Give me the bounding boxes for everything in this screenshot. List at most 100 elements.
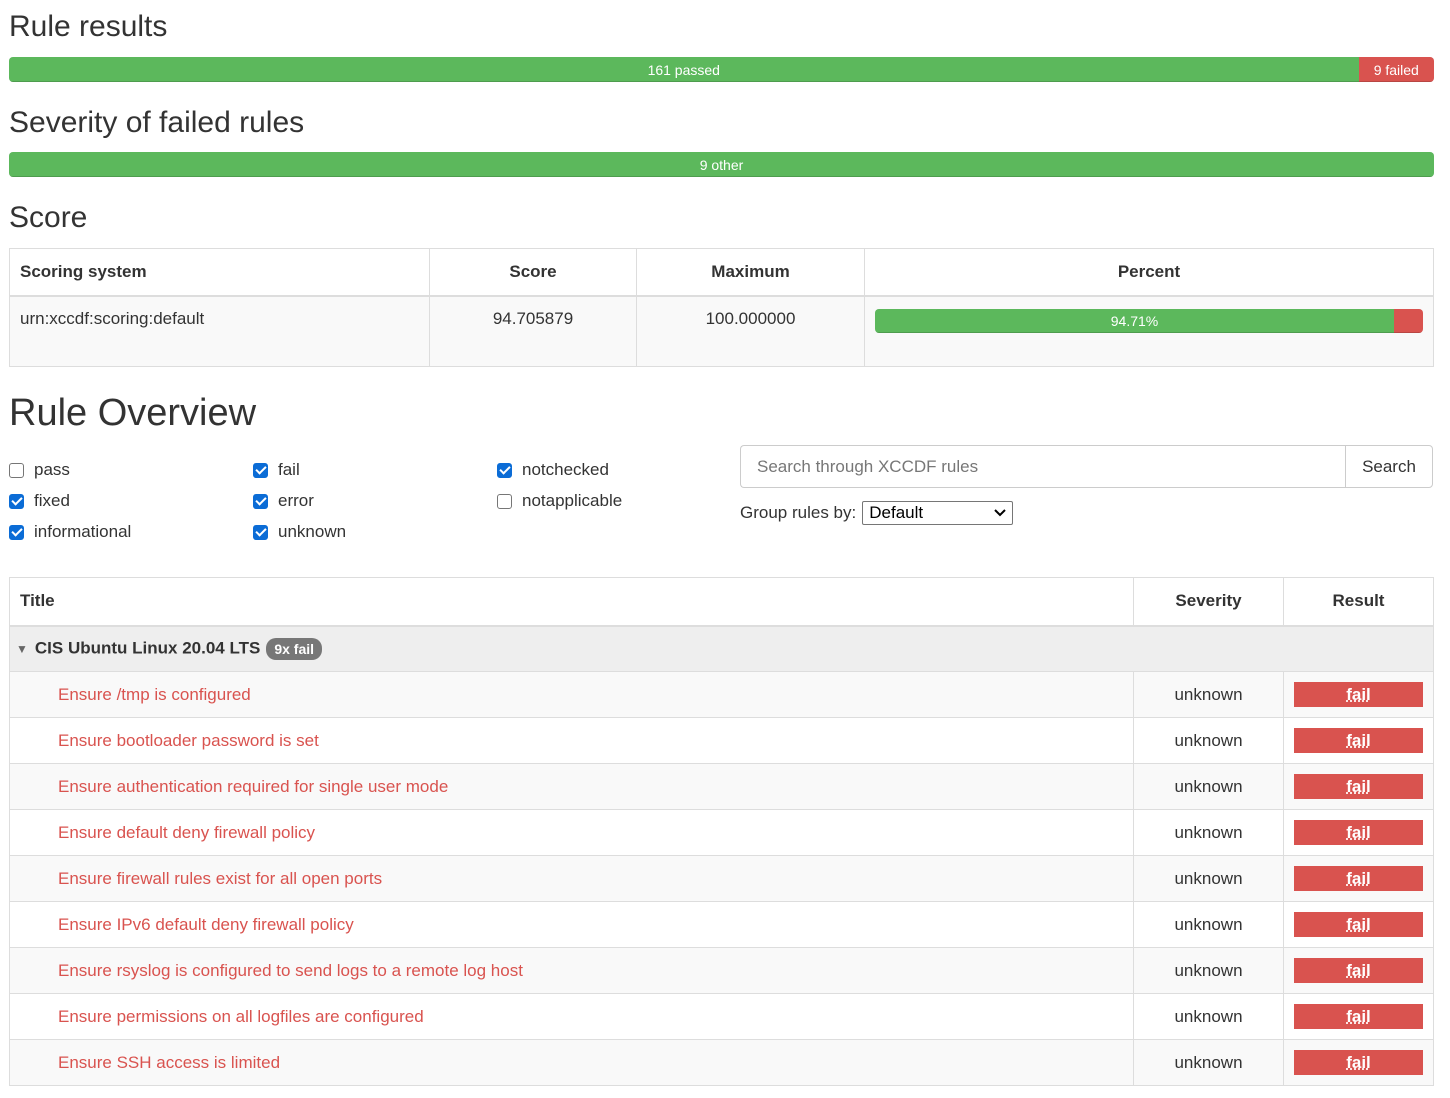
table-row[interactable]: Ensure authentication required for singl… <box>9 763 1434 810</box>
rule-severity: unknown <box>1133 1039 1284 1086</box>
passed-bar: 161 passed <box>9 57 1359 82</box>
result-fail-label[interactable]: fail <box>1294 1050 1423 1075</box>
rule-title-link[interactable]: Ensure rsyslog is configured to send log… <box>9 947 1134 994</box>
rule-title-link[interactable]: Ensure default deny firewall policy <box>9 809 1134 856</box>
col-severity: Severity <box>1133 577 1284 627</box>
severity-progress: 9 other <box>9 152 1434 177</box>
rule-result-cell: fail <box>1283 993 1434 1040</box>
checkbox-fixed[interactable] <box>9 493 24 509</box>
rule-group-row[interactable]: ▼ CIS Ubuntu Linux 20.04 LTS 9x fail <box>9 625 1434 672</box>
col-maximum: Maximum <box>636 248 865 297</box>
passed-label: 161 passed <box>647 61 720 78</box>
rule-severity: unknown <box>1133 763 1284 810</box>
group-by-label: Group rules by: <box>740 503 857 522</box>
severity-heading: Severity of failed rules <box>9 106 305 139</box>
filter-informational[interactable]: informational <box>9 522 131 542</box>
other-label: 9 other <box>699 156 744 173</box>
checkbox-informational[interactable] <box>9 524 24 540</box>
filter-label: notapplicable <box>522 491 623 510</box>
group-by-select[interactable]: Default <box>862 501 1014 525</box>
filter-fixed[interactable]: fixed <box>9 491 70 511</box>
rule-results-progress: 161 passed 9 failed <box>9 57 1434 82</box>
filter-error[interactable]: error <box>253 491 314 511</box>
table-row[interactable]: Ensure /tmp is configured unknown fail <box>9 671 1434 718</box>
score-row: urn:xccdf:scoring:default 94.705879 100.… <box>9 295 1434 367</box>
col-percent: Percent <box>864 248 1434 297</box>
percent-remainder-bar <box>1394 308 1423 333</box>
table-row[interactable]: Ensure IPv6 default deny firewall policy… <box>9 901 1434 948</box>
rule-severity: unknown <box>1133 855 1284 902</box>
filter-label: pass <box>34 460 70 479</box>
chevron-down-icon <box>994 509 1006 517</box>
rules-table: Title Severity Result ▼ CIS Ubuntu Linux … <box>9 577 1434 1086</box>
rule-title-link[interactable]: Ensure firewall rules exist for all open… <box>9 855 1134 902</box>
rule-group-cell[interactable]: ▼ CIS Ubuntu Linux 20.04 LTS 9x fail <box>9 625 1434 672</box>
result-fail-label[interactable]: fail <box>1294 958 1423 983</box>
checkbox-pass[interactable] <box>9 462 24 478</box>
fail-count-badge: 9x fail <box>266 637 323 660</box>
rule-result-cell: fail <box>1283 671 1434 718</box>
result-fail-label[interactable]: fail <box>1294 866 1423 891</box>
checkbox-unknown[interactable] <box>253 524 268 540</box>
table-row[interactable]: Ensure firewall rules exist for all open… <box>9 855 1434 902</box>
percent-bar: 94.71% <box>875 308 1394 333</box>
score-heading: Score <box>9 201 88 234</box>
rule-severity: unknown <box>1133 993 1284 1040</box>
rule-result-cell: fail <box>1283 763 1434 810</box>
result-fail-label[interactable]: fail <box>1294 774 1423 799</box>
rule-severity: unknown <box>1133 947 1284 994</box>
col-score: Score <box>429 248 637 297</box>
result-fail-label[interactable]: fail <box>1294 820 1423 845</box>
checkbox-notapplicable[interactable] <box>497 493 512 509</box>
filter-notchecked[interactable]: notchecked <box>497 460 609 480</box>
rule-result-cell: fail <box>1283 809 1434 856</box>
other-bar: 9 other <box>9 152 1434 177</box>
table-row[interactable]: Ensure permissions on all logfiles are c… <box>9 993 1434 1040</box>
search-group: Search <box>740 445 1433 488</box>
result-fail-label[interactable]: fail <box>1294 912 1423 937</box>
filter-label: fixed <box>34 491 70 510</box>
group-by-value: Default <box>869 503 924 522</box>
percent-cell: 94.71% <box>864 295 1434 367</box>
search-button[interactable]: Search <box>1345 445 1433 488</box>
rule-title-link[interactable]: Ensure /tmp is configured <box>9 671 1134 718</box>
maximum-value: 100.000000 <box>636 295 865 367</box>
table-row[interactable]: Ensure bootloader password is set unknow… <box>9 717 1434 764</box>
filter-label: notchecked <box>522 460 609 479</box>
rule-title-link[interactable]: Ensure authentication required for singl… <box>9 763 1134 810</box>
rule-severity: unknown <box>1133 901 1284 948</box>
table-row[interactable]: Ensure SSH access is limited unknown fai… <box>9 1039 1434 1086</box>
failed-label: 9 failed <box>1373 61 1419 78</box>
rule-title-link[interactable]: Ensure permissions on all logfiles are c… <box>9 993 1134 1040</box>
col-result: Result <box>1283 577 1434 627</box>
result-fail-label[interactable]: fail <box>1294 682 1423 707</box>
percent-progress: 94.71% <box>875 308 1423 333</box>
filter-notapplicable[interactable]: notapplicable <box>497 491 622 511</box>
rule-group-title: CIS Ubuntu Linux 20.04 LTS <box>34 638 261 658</box>
col-title: Title <box>9 577 1134 627</box>
checkbox-error[interactable] <box>253 493 268 509</box>
table-row[interactable]: Ensure default deny firewall policy unkn… <box>9 809 1434 856</box>
filter-fail[interactable]: fail <box>253 460 300 480</box>
result-fail-label[interactable]: fail <box>1294 1004 1423 1029</box>
checkbox-notchecked[interactable] <box>497 462 512 478</box>
collapse-triangle-icon[interactable]: ▼ <box>16 642 28 656</box>
rule-severity: unknown <box>1133 809 1284 856</box>
rule-title-link[interactable]: Ensure IPv6 default deny firewall policy <box>9 901 1134 948</box>
result-fail-label[interactable]: fail <box>1294 728 1423 753</box>
rule-results-heading: Rule results <box>9 10 168 43</box>
score-value: 94.705879 <box>429 295 637 367</box>
col-scoring-system: Scoring system <box>9 248 430 297</box>
checkbox-fail[interactable] <box>253 462 268 478</box>
table-row[interactable]: Ensure rsyslog is configured to send log… <box>9 947 1434 994</box>
rule-result-cell: fail <box>1283 901 1434 948</box>
rule-title-link[interactable]: Ensure bootloader password is set <box>9 717 1134 764</box>
search-input[interactable] <box>740 445 1345 488</box>
filter-pass[interactable]: pass <box>9 460 70 480</box>
filter-unknown[interactable]: unknown <box>253 522 346 542</box>
rule-title-link[interactable]: Ensure SSH access is limited <box>9 1039 1134 1086</box>
score-table: Scoring system Score Maximum Percent urn… <box>9 248 1434 367</box>
rule-result-cell: fail <box>1283 947 1434 994</box>
rule-overview-heading: Rule Overview <box>9 392 257 434</box>
rule-result-cell: fail <box>1283 855 1434 902</box>
